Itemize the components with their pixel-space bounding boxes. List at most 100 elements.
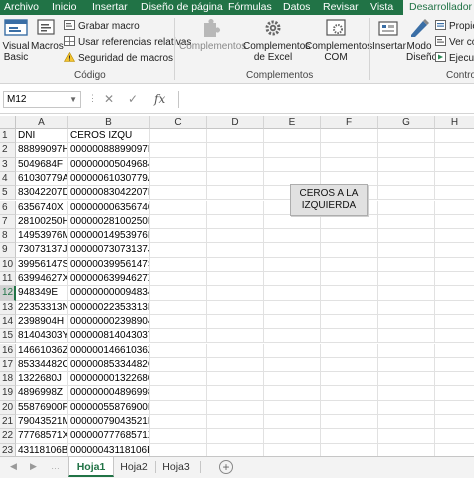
cell-f18[interactable] xyxy=(321,372,378,387)
cell-d18[interactable] xyxy=(207,372,264,387)
cell-g8[interactable] xyxy=(378,229,435,244)
cell-g4[interactable] xyxy=(378,171,435,187)
cancel-icon[interactable]: ✕ xyxy=(104,92,114,106)
column-header-c[interactable]: C xyxy=(150,116,207,129)
cell-h19[interactable] xyxy=(435,386,474,401)
cell-b15[interactable]: 00000081404303Y xyxy=(68,329,150,344)
cell-g12[interactable] xyxy=(378,286,435,301)
cell-b11[interactable]: 00000063994627X xyxy=(68,272,150,287)
tab-insertar[interactable]: Insertar xyxy=(92,0,128,15)
column-header-h[interactable]: H xyxy=(435,116,474,129)
cell-g9[interactable] xyxy=(378,243,435,258)
sheet-tab-hoja2[interactable]: Hoja2 xyxy=(115,457,153,477)
cell-a7[interactable]: 28100250H xyxy=(16,214,68,230)
cell-g13[interactable] xyxy=(378,300,435,315)
row-header[interactable]: 21 xyxy=(0,415,16,430)
cell-g6[interactable] xyxy=(378,200,435,215)
sheet-tab-hoja3[interactable]: Hoja3 xyxy=(157,457,195,477)
cell-a11[interactable]: 63994627X xyxy=(16,272,68,287)
cell-g10[interactable] xyxy=(378,257,435,272)
cell-f20[interactable] xyxy=(321,400,378,415)
cell-b13[interactable]: 00000022353313N xyxy=(68,300,150,315)
cell-d10[interactable] xyxy=(207,257,264,272)
row-header[interactable]: 4 xyxy=(0,171,16,187)
cell-b16[interactable]: 00000014661036Z xyxy=(68,343,150,358)
cell-e12[interactable] xyxy=(264,286,321,301)
cell-g15[interactable] xyxy=(378,329,435,344)
complementos-com-button[interactable]: Complementos COM xyxy=(305,17,372,63)
cell-h20[interactable] xyxy=(435,401,474,415)
cell-a21[interactable]: 79043521M xyxy=(16,415,68,430)
visual-basic-button[interactable]: Visual Basic xyxy=(2,17,30,63)
cell-b22[interactable]: 00000077768571X xyxy=(68,429,150,444)
ver-codigo-button[interactable]: Ver có xyxy=(435,36,474,49)
cell-f19[interactable] xyxy=(321,386,378,401)
cell-g17[interactable] xyxy=(378,357,435,373)
cell-d1[interactable] xyxy=(207,129,264,144)
column-header-g[interactable]: G xyxy=(378,116,435,129)
cell-e10[interactable] xyxy=(264,257,321,272)
cell-c17[interactable] xyxy=(150,357,207,373)
cell-a10[interactable]: 39956147S xyxy=(16,257,68,272)
cell-e19[interactable] xyxy=(264,386,321,401)
cell-d22[interactable] xyxy=(207,429,264,444)
row-header[interactable]: 10 xyxy=(0,257,16,272)
cell-h8[interactable] xyxy=(435,229,474,244)
cell-g21[interactable] xyxy=(378,415,435,430)
column-header-b[interactable]: B xyxy=(68,116,150,129)
cell-f11[interactable] xyxy=(321,272,378,287)
cell-f8[interactable] xyxy=(321,229,378,244)
column-header-f[interactable]: F xyxy=(321,116,378,129)
cell-a2[interactable]: 88899097H xyxy=(16,143,68,158)
cell-h5[interactable] xyxy=(435,186,474,201)
cell-g18[interactable] xyxy=(378,372,435,387)
cell-g22[interactable] xyxy=(378,429,435,444)
cell-f2[interactable] xyxy=(321,143,378,158)
cell-f10[interactable] xyxy=(321,257,378,272)
row-header[interactable]: 11 xyxy=(0,272,16,287)
row-header[interactable]: 22 xyxy=(0,429,16,444)
cell-a15[interactable]: 81404303Y xyxy=(16,329,68,344)
cell-g11[interactable] xyxy=(378,272,435,287)
tab-inicio[interactable]: Inicio xyxy=(52,0,77,15)
cell-a3[interactable]: 5049684F xyxy=(16,157,68,172)
cell-h11[interactable] xyxy=(435,272,474,287)
cell-b3[interactable]: 000000005049684F xyxy=(68,157,150,172)
row-header[interactable]: 18 xyxy=(0,372,16,387)
cell-b7[interactable]: 00000028100250H xyxy=(68,214,150,230)
cell-f3[interactable] xyxy=(321,157,378,172)
cell-b2[interactable]: 00000088899097H xyxy=(68,143,150,158)
seguridad-de-macros-button[interactable]: Seguridad de macros xyxy=(64,52,173,65)
cell-e20[interactable] xyxy=(264,400,321,415)
cell-c5[interactable] xyxy=(150,186,207,201)
row-header[interactable]: 15 xyxy=(0,329,16,344)
cell-a17[interactable]: 85334482C xyxy=(16,357,68,373)
cell-d9[interactable] xyxy=(207,243,264,258)
insertar-control-button[interactable]: Insertar xyxy=(372,17,406,52)
tab-datos[interactable]: Datos xyxy=(283,0,310,15)
cell-c12[interactable] xyxy=(150,286,207,301)
row-header[interactable]: 13 xyxy=(0,300,16,315)
next-sheet-icon[interactable]: ▶ xyxy=(30,461,37,472)
cell-a18[interactable]: 1322680J xyxy=(16,372,68,387)
column-header-a[interactable]: A xyxy=(16,116,68,129)
cell-f9[interactable] xyxy=(321,243,378,258)
tab-formulas[interactable]: Fórmulas xyxy=(228,0,272,15)
cell-d16[interactable] xyxy=(207,343,264,358)
cell-d19[interactable] xyxy=(207,386,264,401)
cell-b17[interactable]: 00000085334482C xyxy=(68,357,150,373)
tab-vista[interactable]: Vista xyxy=(370,0,393,15)
cell-b21[interactable]: 00000079043521M xyxy=(68,415,150,430)
cell-c14[interactable] xyxy=(150,314,207,330)
tab-archivo[interactable]: Archivo xyxy=(4,0,39,15)
cell-e9[interactable] xyxy=(264,243,321,258)
cell-f21[interactable] xyxy=(321,415,378,430)
formula-input[interactable] xyxy=(178,91,474,108)
cell-b8[interactable]: 00000014953976M xyxy=(68,229,150,244)
cell-f22[interactable] xyxy=(321,429,378,444)
cell-b18[interactable]: 000000001322680J xyxy=(68,372,150,387)
cell-a9[interactable]: 73073137J xyxy=(16,243,68,258)
cell-d11[interactable] xyxy=(207,272,264,287)
cell-d7[interactable] xyxy=(207,214,264,230)
modo-diseno-button[interactable]: Modo Diseño xyxy=(406,17,437,63)
